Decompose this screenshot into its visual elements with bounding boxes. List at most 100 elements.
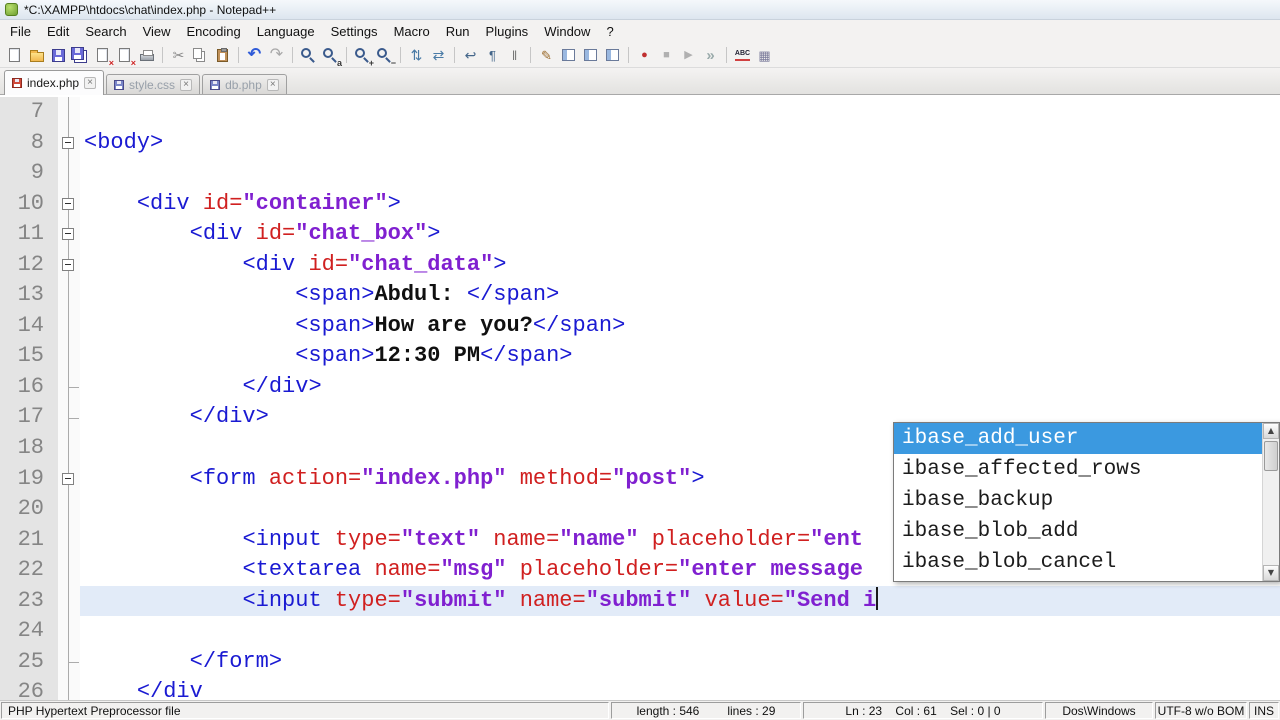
scroll-up-arrow-icon[interactable] bbox=[1263, 423, 1279, 439]
scroll-down-arrow-icon[interactable] bbox=[1263, 565, 1279, 581]
code-text-line-7[interactable] bbox=[80, 97, 1280, 128]
code-text-line-24[interactable] bbox=[80, 616, 1280, 647]
menu-view[interactable]: View bbox=[135, 21, 179, 42]
menu-window[interactable]: Window bbox=[536, 21, 598, 42]
fold-marker[interactable] bbox=[58, 463, 80, 495]
print-icon[interactable] bbox=[137, 46, 156, 65]
autocomplete-item[interactable]: ibase_blob_cancel bbox=[894, 547, 1262, 578]
status-insert-mode: INS bbox=[1249, 702, 1279, 719]
status-encoding: UTF-8 w/o BOM bbox=[1155, 702, 1247, 719]
fold-marker[interactable] bbox=[58, 219, 80, 250]
tab-style-css[interactable]: style.css bbox=[106, 74, 201, 94]
zoom-out-icon[interactable]: − bbox=[375, 46, 396, 68]
tab-index-php[interactable]: index.php bbox=[4, 70, 105, 95]
tab-label: style.css bbox=[129, 77, 176, 92]
undo-icon[interactable]: ↶ bbox=[245, 46, 264, 65]
editor-line-7: 7 bbox=[0, 97, 1280, 128]
menu-encoding[interactable]: Encoding bbox=[179, 21, 249, 42]
paste-icon[interactable] bbox=[213, 46, 232, 65]
code-text-line-8[interactable]: <body> bbox=[80, 128, 1280, 159]
menu-run[interactable]: Run bbox=[438, 21, 478, 42]
tab-close-icon[interactable] bbox=[84, 77, 97, 89]
user-defined-dialog-icon[interactable]: ✎ bbox=[537, 46, 556, 65]
code-text-line-9[interactable] bbox=[80, 158, 1280, 189]
document-list-icon[interactable] bbox=[603, 46, 622, 65]
show-all-characters-icon[interactable]: ¶ bbox=[483, 46, 502, 65]
spell-check-icon[interactable]: ABC bbox=[733, 46, 752, 65]
line-number: 11 bbox=[0, 219, 58, 250]
saved-indicator-icon bbox=[210, 79, 221, 90]
code-text-line-15[interactable]: <span>12:30 PM</span> bbox=[80, 341, 1280, 372]
code-text-line-26[interactable]: </div bbox=[80, 677, 1280, 700]
editor-line-24: 24 bbox=[0, 616, 1280, 647]
code-area[interactable]: 7 8 <body> 9 10 <div id="container"> 11 <div … bbox=[0, 95, 1280, 700]
toolbar-separator bbox=[292, 47, 293, 63]
tab-close-icon[interactable] bbox=[266, 78, 279, 91]
new-file-icon[interactable] bbox=[5, 46, 24, 65]
window-title: *C:\XAMPP\htdocs\chat\index.php - Notepa… bbox=[24, 2, 277, 17]
autocomplete-item[interactable]: ibase_affected_rows bbox=[894, 454, 1262, 485]
tab-close-icon[interactable] bbox=[180, 78, 193, 91]
fold-marker[interactable] bbox=[58, 249, 80, 281]
word-wrap-icon[interactable]: ↩ bbox=[461, 46, 480, 65]
copy-icon[interactable] bbox=[191, 46, 210, 65]
find-icon[interactable] bbox=[299, 46, 318, 65]
autocomplete-scrollbar[interactable] bbox=[1262, 423, 1279, 581]
plugins-admin-icon[interactable]: ▦ bbox=[755, 46, 774, 65]
indent-guide-icon[interactable]: ‖ bbox=[505, 46, 524, 65]
sync-horizontal-scrolling-icon[interactable]: ⇄ bbox=[429, 46, 448, 65]
close-icon[interactable]: × bbox=[93, 46, 114, 68]
menu-help[interactable]: ? bbox=[598, 21, 621, 42]
menu-macro[interactable]: Macro bbox=[386, 21, 438, 42]
fold-marker[interactable] bbox=[58, 188, 80, 220]
editor-line-23: 23 <input type="submit" name="submit" va… bbox=[0, 585, 1280, 617]
code-text-line-12[interactable]: <div id="chat_data"> bbox=[80, 250, 1280, 281]
macro-stop-icon[interactable]: ■ bbox=[657, 46, 676, 65]
toolbar-separator bbox=[238, 47, 239, 63]
macro-record-icon[interactable]: ● bbox=[635, 46, 654, 65]
autocomplete-item[interactable]: ibase_blob_add bbox=[894, 516, 1262, 547]
line-number: 22 bbox=[0, 555, 58, 586]
autocomplete-item[interactable]: ibase_backup bbox=[894, 485, 1262, 516]
line-number: 10 bbox=[0, 188, 58, 220]
macro-playback-icon[interactable]: ▶ bbox=[679, 46, 698, 65]
code-text-line-14[interactable]: <span>How are you?</span> bbox=[80, 311, 1280, 342]
autocomplete-item[interactable]: ibase_add_user bbox=[894, 423, 1262, 454]
code-text-line-25[interactable]: </form> bbox=[80, 647, 1280, 678]
code-text-line-16[interactable]: </div> bbox=[80, 372, 1280, 403]
cut-icon[interactable]: ✂ bbox=[169, 46, 188, 65]
menu-settings[interactable]: Settings bbox=[323, 21, 386, 42]
macro-run-multiple-icon[interactable]: » bbox=[701, 46, 720, 65]
code-text-line-13[interactable]: <span>Abdul: </span> bbox=[80, 280, 1280, 311]
editor-line-9: 9 bbox=[0, 158, 1280, 189]
tab-db-php[interactable]: db.php bbox=[202, 74, 287, 94]
replace-icon[interactable]: a bbox=[321, 46, 342, 68]
menu-plugins[interactable]: Plugins bbox=[478, 21, 537, 42]
toolbar-separator bbox=[162, 47, 163, 63]
code-text-line-11[interactable]: <div id="chat_box"> bbox=[80, 219, 1280, 250]
save-icon[interactable] bbox=[49, 46, 68, 65]
editor-line-13: 13 <span>Abdul: </span> bbox=[0, 280, 1280, 311]
menu-language[interactable]: Language bbox=[249, 21, 323, 42]
editor-pane[interactable]: 7 8 <body> 9 10 <div id="container"> 11 <div … bbox=[0, 95, 1280, 700]
code-text-line-10[interactable]: <div id="container"> bbox=[80, 189, 1280, 220]
open-file-icon[interactable] bbox=[27, 46, 46, 65]
scrollbar-thumb[interactable] bbox=[1264, 441, 1278, 471]
fold-marker[interactable] bbox=[58, 127, 80, 159]
scrollbar-track[interactable] bbox=[1263, 439, 1279, 565]
function-list-icon[interactable] bbox=[559, 46, 578, 65]
code-text-line-23[interactable]: <input type="submit" name="submit" value… bbox=[80, 585, 1280, 617]
document-map-icon[interactable] bbox=[581, 46, 600, 65]
menu-edit[interactable]: Edit bbox=[39, 21, 77, 42]
menu-file[interactable]: File bbox=[2, 21, 39, 42]
unsaved-indicator-icon bbox=[12, 78, 22, 88]
line-number: 9 bbox=[0, 158, 58, 189]
close-all-icon[interactable]: × bbox=[115, 46, 136, 68]
zoom-in-icon[interactable]: + bbox=[353, 46, 374, 68]
redo-icon[interactable]: ↷ bbox=[267, 46, 286, 65]
menu-search[interactable]: Search bbox=[77, 21, 134, 42]
save-all-icon[interactable] bbox=[71, 46, 90, 65]
sync-vertical-scrolling-icon[interactable]: ⇅ bbox=[407, 46, 426, 65]
saved-indicator-icon bbox=[114, 79, 125, 90]
fold-margin bbox=[58, 585, 80, 617]
